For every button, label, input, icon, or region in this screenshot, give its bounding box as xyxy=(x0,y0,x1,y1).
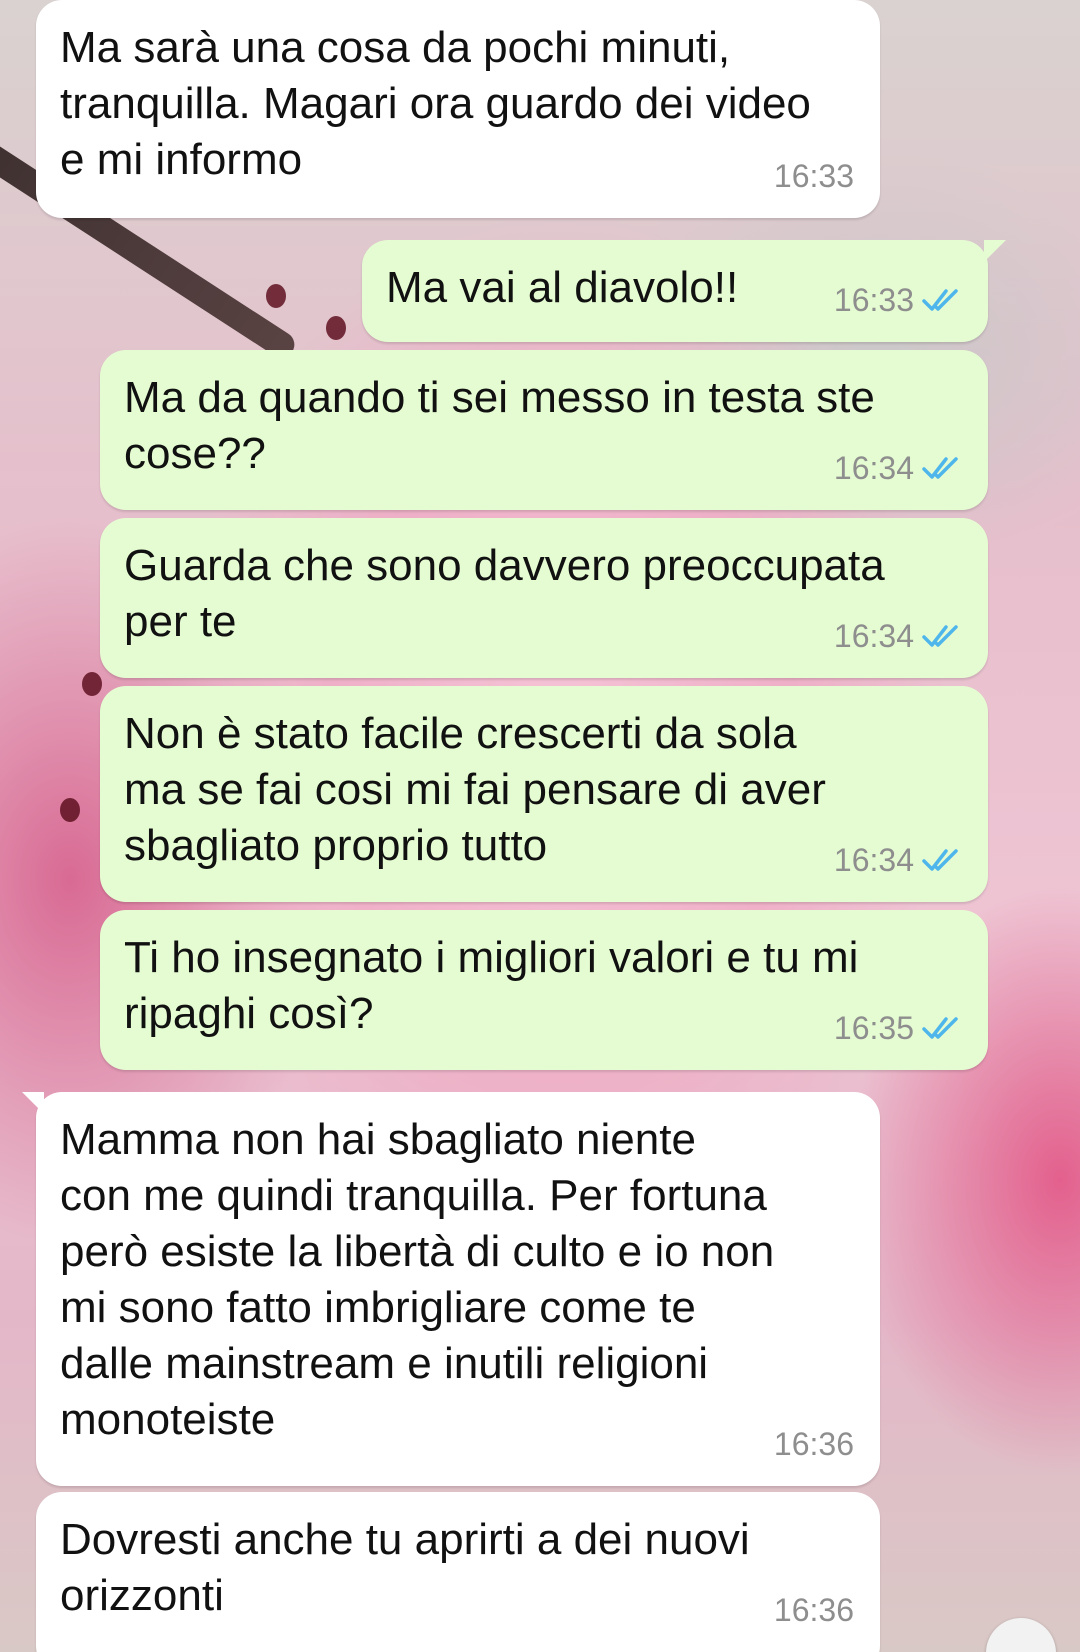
message-bubble-incoming[interactable]: Ma sarà una cosa da pochi minuti, tranqu… xyxy=(36,0,880,218)
background-petal-dot xyxy=(326,316,346,340)
message-bubble-outgoing[interactable]: Guarda che sono davvero preoccupata per … xyxy=(100,518,988,678)
double-check-read-icon xyxy=(922,457,958,479)
message-text: Dovresti anche tu aprirti a dei nuovi or… xyxy=(60,1515,750,1620)
message-time: 16:35 xyxy=(833,1010,914,1046)
background-petal-dot xyxy=(60,798,80,822)
background-petal-dot xyxy=(266,284,286,308)
message-meta: 16:36 xyxy=(774,1582,854,1638)
message-time: 16:36 xyxy=(773,1592,854,1628)
message-meta: 16:36 xyxy=(774,1416,854,1472)
message-meta: 16:33 xyxy=(774,148,854,204)
message-bubble-outgoing[interactable]: Non è stato facile crescerti da sola ma … xyxy=(100,686,988,902)
double-check-read-icon xyxy=(922,289,958,311)
message-meta: 16:34 xyxy=(834,440,962,496)
message-time: 16:34 xyxy=(833,618,914,654)
background-petal-dot xyxy=(82,672,102,696)
double-check-read-icon xyxy=(922,625,958,647)
message-meta: 16:34 xyxy=(834,608,962,664)
message-bubble-outgoing[interactable]: Ma vai al diavolo!! 16:33 xyxy=(362,240,1006,342)
bubble-tail xyxy=(984,240,1006,262)
message-time: 16:36 xyxy=(773,1426,854,1462)
message-time: 16:34 xyxy=(833,842,914,878)
message-meta: 16:33 xyxy=(834,272,962,328)
message-bubble-outgoing[interactable]: Ti ho insegnato i migliori valori e tu m… xyxy=(100,910,988,1070)
chat-background: Ma sarà una cosa da pochi minuti, tranqu… xyxy=(0,0,1080,1652)
message-bubble-outgoing[interactable]: Ma da quando ti sei messo in testa ste c… xyxy=(100,350,988,510)
message-text: Mamma non hai sbagliato niente con me qu… xyxy=(60,1115,775,1444)
scroll-to-bottom-button[interactable] xyxy=(986,1618,1056,1652)
message-meta: 16:34 xyxy=(834,832,962,888)
double-check-read-icon xyxy=(922,849,958,871)
message-time: 16:33 xyxy=(773,158,854,194)
message-time: 16:34 xyxy=(833,450,914,486)
message-text: Ma sarà una cosa da pochi minuti, tranqu… xyxy=(60,23,811,184)
bubble-tail xyxy=(22,1092,44,1114)
message-time: 16:33 xyxy=(833,282,914,318)
message-bubble-incoming[interactable]: Dovresti anche tu aprirti a dei nuovi or… xyxy=(36,1492,880,1652)
message-meta: 16:35 xyxy=(834,1000,962,1056)
double-check-read-icon xyxy=(922,1017,958,1039)
message-bubble-incoming[interactable]: Mamma non hai sbagliato niente con me qu… xyxy=(22,1092,880,1486)
